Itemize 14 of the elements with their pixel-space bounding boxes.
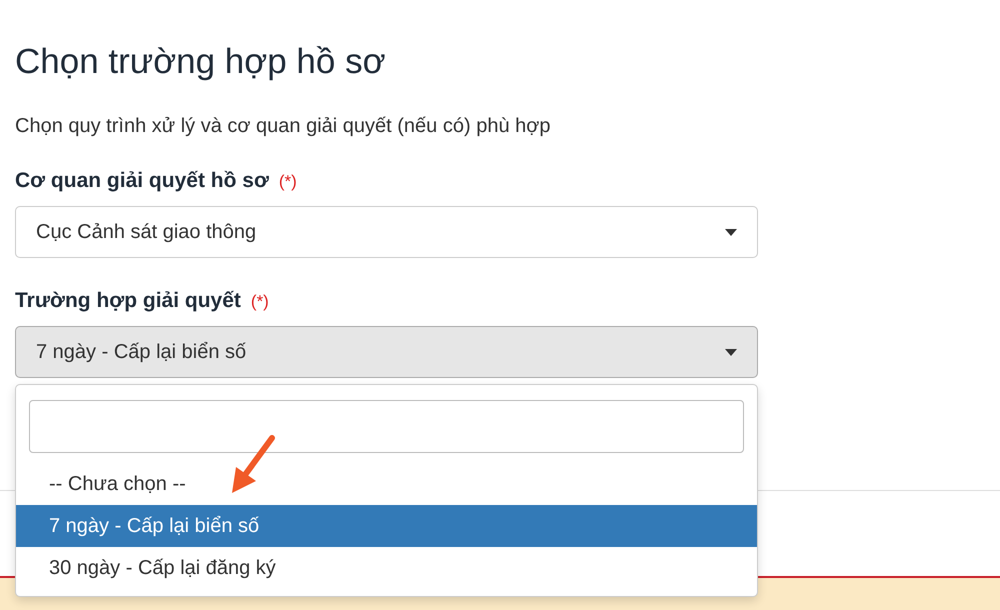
dropdown-option[interactable]: 30 ngày - Cấp lại đăng ký — [16, 547, 757, 589]
caret-icon — [725, 348, 737, 356]
search-field[interactable] — [29, 400, 744, 453]
dropdown-option[interactable]: -- Chưa chọn -- — [16, 463, 757, 505]
required-mark: (*) — [278, 172, 297, 192]
select-field[interactable]: Cục Cảnh sát giao thông — [15, 206, 758, 258]
field-label: Trường hợp giải quyết — [15, 288, 241, 314]
select-field[interactable]: 7 ngày - Cấp lại biển số — [15, 326, 758, 378]
field-label: Cơ quan giải quyết hồ sơ — [15, 168, 269, 194]
dropdown-option[interactable]: 7 ngày - Cấp lại biển số — [16, 505, 757, 547]
page-heading: Chọn trường hợp hồ sơ — [15, 41, 387, 83]
description-text: Chọn quy trình xử lý và cơ quan giải quyết (nếu có) phù hợp — [15, 114, 552, 138]
caret-icon — [725, 228, 737, 236]
required-mark: (*) — [250, 292, 269, 312]
